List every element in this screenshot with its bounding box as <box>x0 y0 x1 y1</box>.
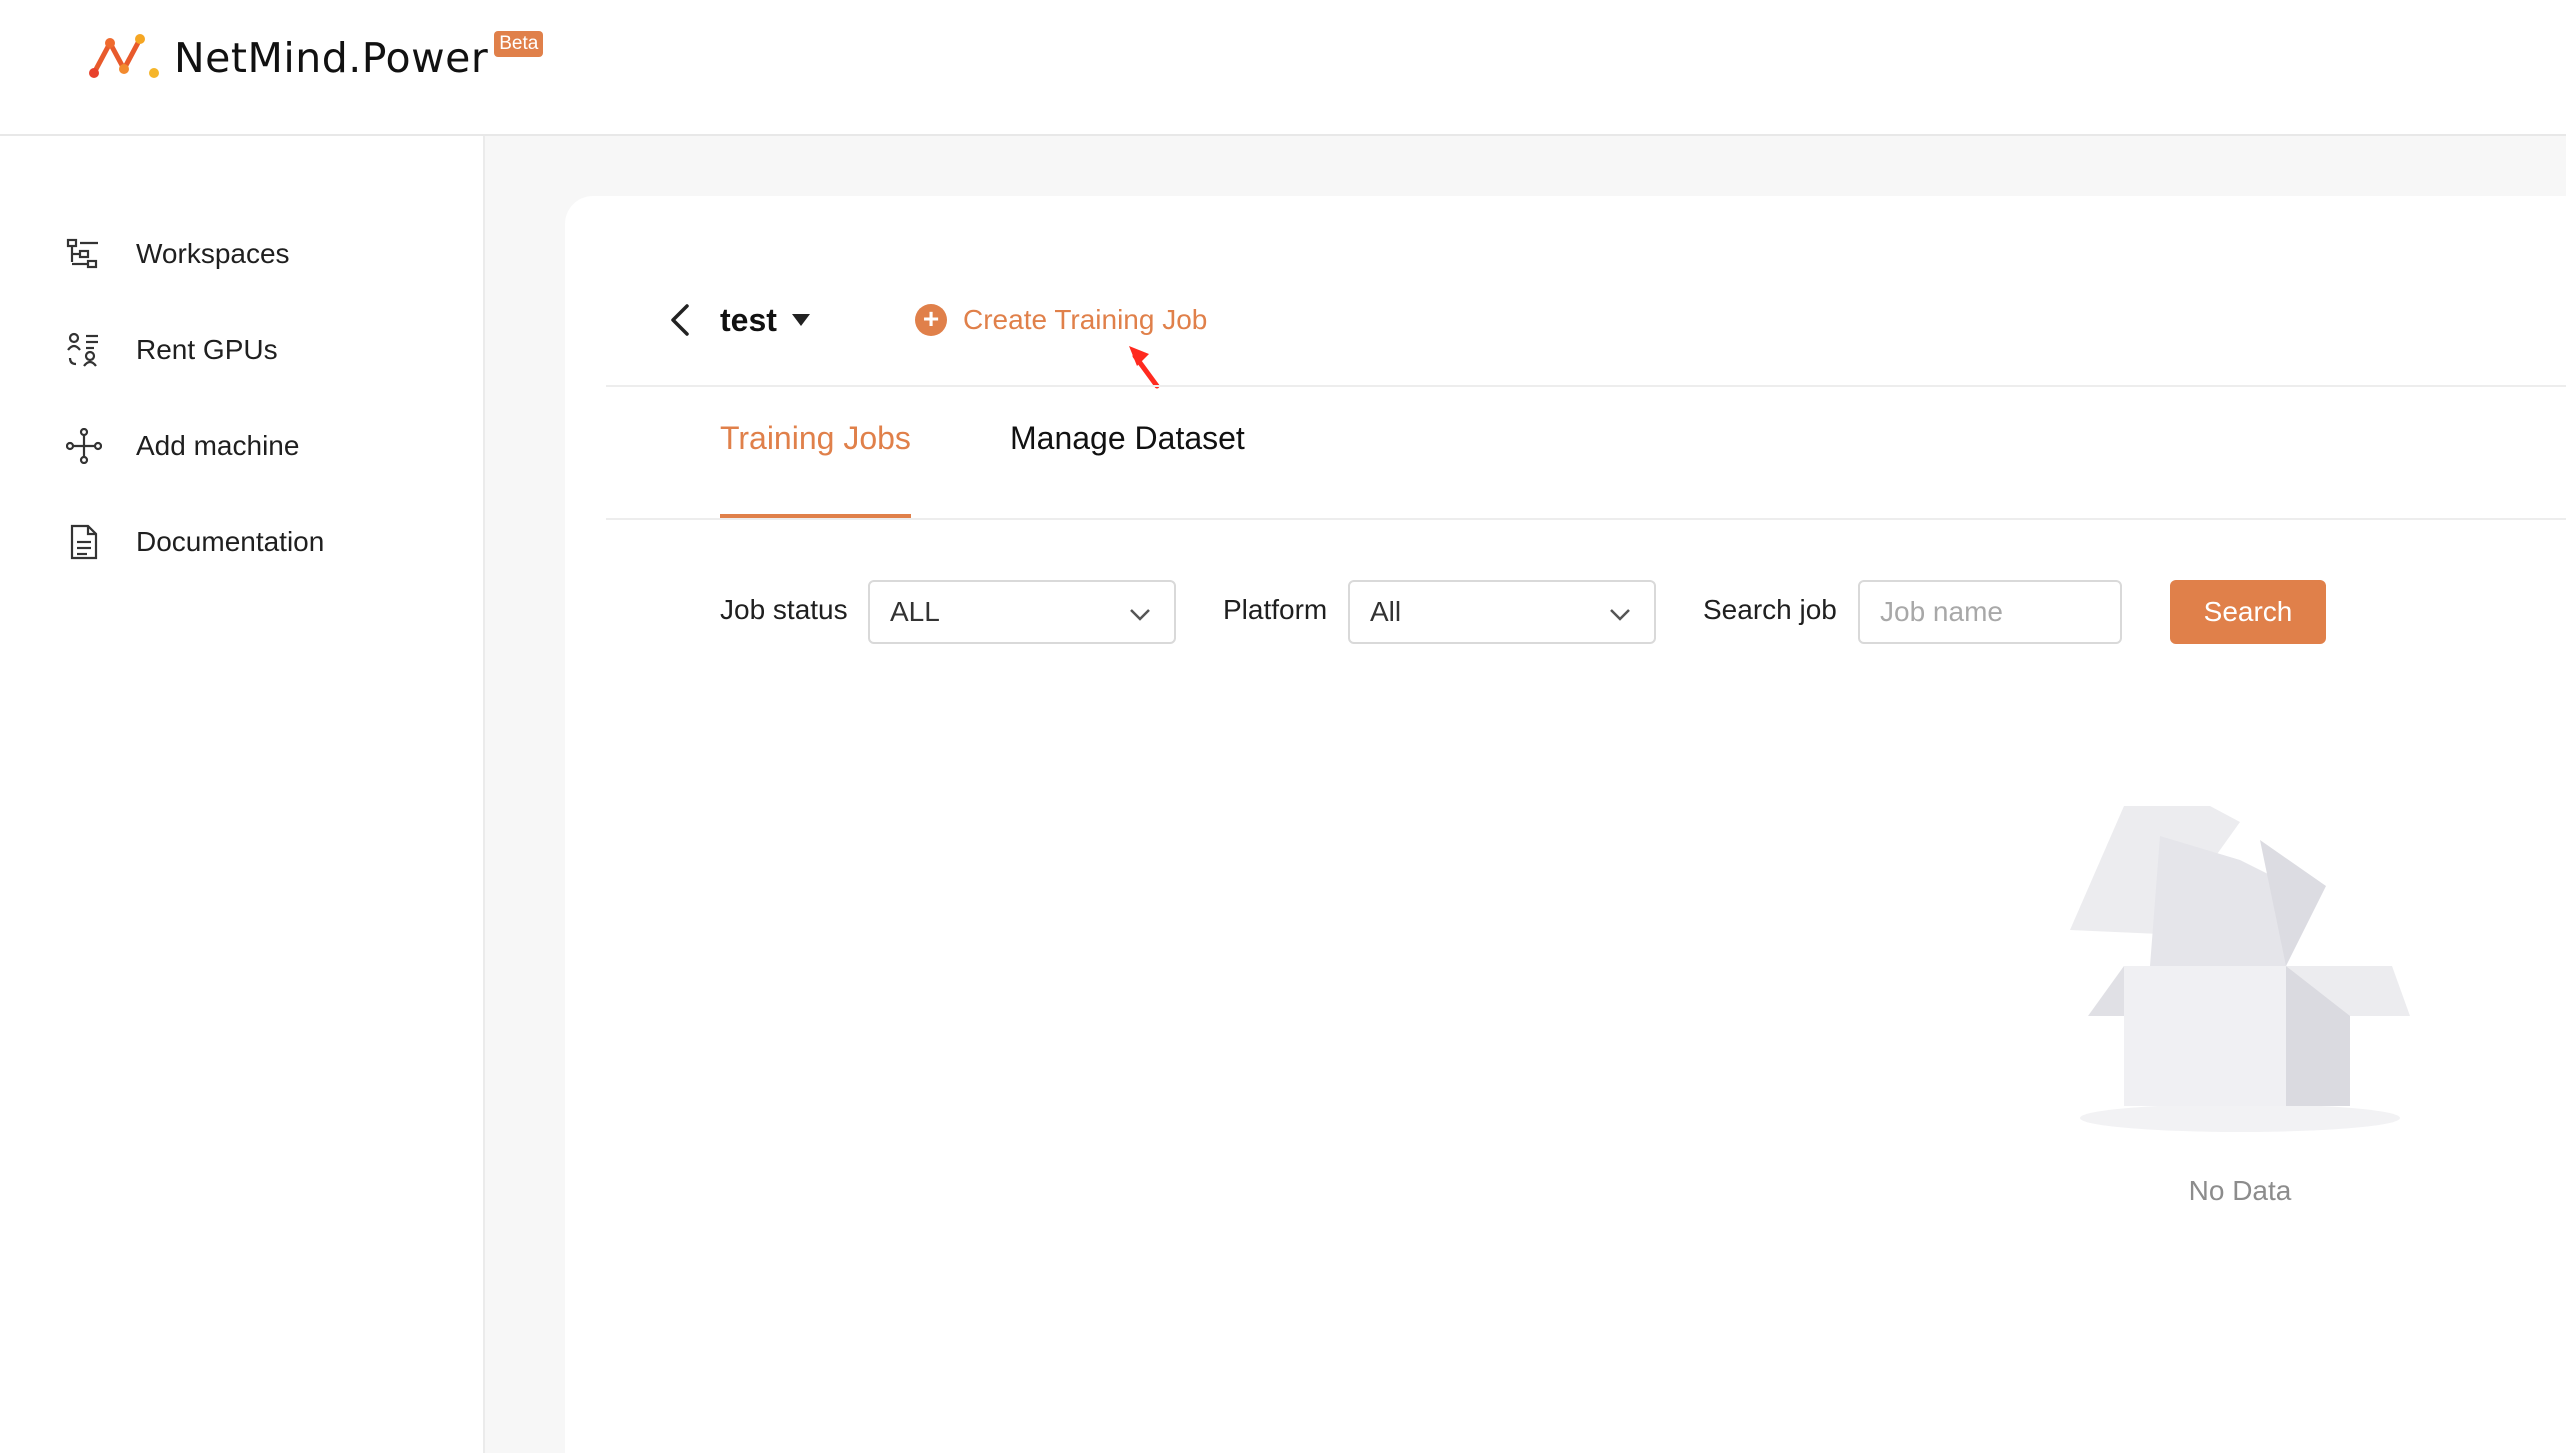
sidebar-item-label: Add machine <box>136 430 300 461</box>
sidebar-item-label: Rent GPUs <box>136 334 278 365</box>
netmind-logo-icon <box>89 34 159 78</box>
sidebar-item-workspaces[interactable]: Workspaces <box>64 224 290 284</box>
header-divider <box>606 385 2566 387</box>
sidebar-item-rent-gpus[interactable]: Rent GPUs <box>64 320 278 380</box>
rent-gpus-icon <box>64 330 104 370</box>
platform-value: All <box>1370 596 1402 627</box>
tabs-divider <box>606 518 2566 520</box>
no-data-text: No Data <box>2188 1175 2292 1206</box>
back-arrow-icon[interactable] <box>660 300 700 340</box>
job-status-value: ALL <box>890 596 940 627</box>
search-button[interactable]: Search <box>2170 580 2326 644</box>
create-training-job-label: Create Training Job <box>963 304 1208 335</box>
brand-name: NetMind.Power <box>174 34 489 82</box>
beta-badge: Beta <box>494 31 544 57</box>
chevron-down-icon <box>1610 609 1630 621</box>
workspaces-icon <box>64 234 104 274</box>
mouse-cursor-icon <box>1129 346 1160 389</box>
workspace-header: test <box>660 290 811 350</box>
brand-logo[interactable]: NetMind.Power Beta <box>88 30 544 86</box>
chevron-down-icon <box>1130 609 1150 621</box>
platform-label: Platform <box>1223 594 1328 625</box>
sidebar-item-label: Documentation <box>136 526 325 557</box>
add-machine-icon <box>64 426 104 466</box>
platform-select[interactable]: All <box>1348 580 1656 644</box>
documentation-icon <box>64 522 104 562</box>
tab-training-jobs[interactable]: Training Jobs <box>720 420 911 457</box>
create-training-job-button[interactable]: + Create Training Job <box>915 296 1207 344</box>
top-header: NetMind.Power Beta <box>0 0 2566 136</box>
caret-down-icon[interactable] <box>791 310 811 330</box>
sidebar: Workspaces Rent GPUs Add machine Documen… <box>0 136 485 1453</box>
plus-circle-icon: + <box>915 304 947 336</box>
job-name-input[interactable] <box>1858 580 2122 644</box>
sidebar-item-documentation[interactable]: Documentation <box>64 512 324 572</box>
empty-box-illustration <box>2070 806 2410 1132</box>
job-status-label: Job status <box>720 594 848 625</box>
sidebar-item-label: Workspaces <box>136 238 290 269</box>
job-status-select[interactable]: ALL <box>868 580 1176 644</box>
sidebar-item-add-machine[interactable]: Add machine <box>64 416 299 476</box>
tab-manage-dataset[interactable]: Manage Dataset <box>1010 420 1245 457</box>
workspace-name[interactable]: test <box>720 302 777 339</box>
search-job-label: Search job <box>1703 594 1837 625</box>
